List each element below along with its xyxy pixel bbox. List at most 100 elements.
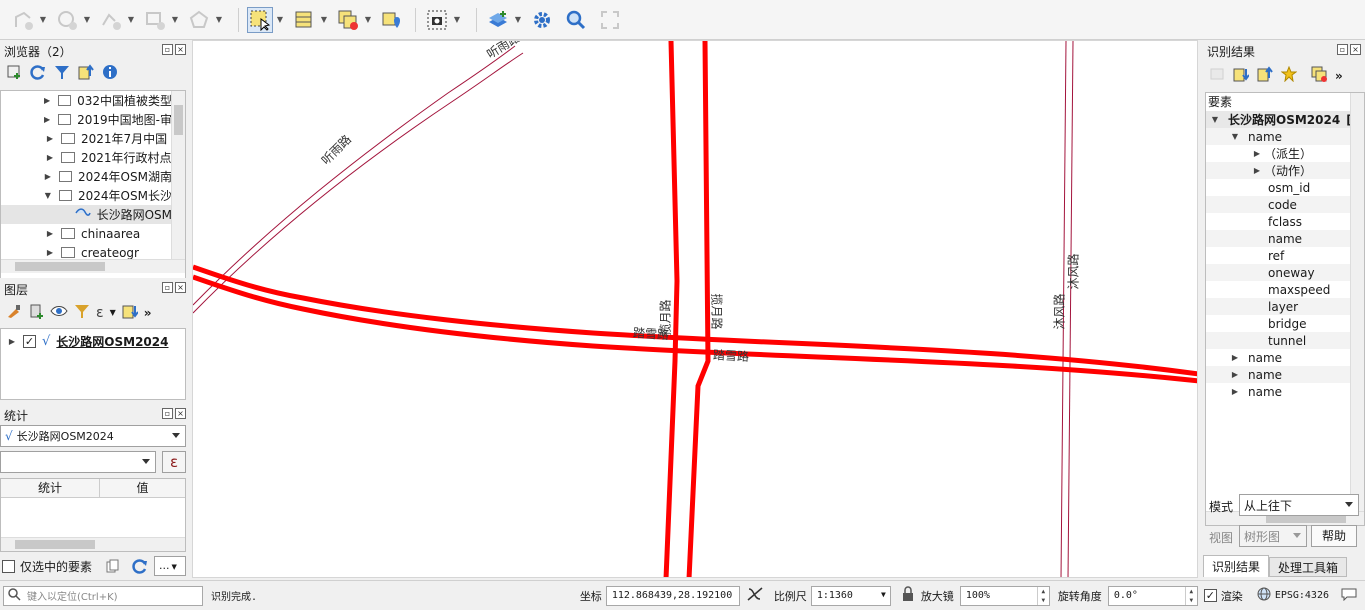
expand-arrow-icon[interactable]: ▶ [45, 248, 55, 257]
result-feature-row[interactable]: ▶ name [1206, 349, 1364, 366]
stats-field-select[interactable] [0, 451, 156, 473]
fill-ring-icon[interactable] [186, 7, 212, 33]
attribute-row[interactable]: maxspeed [1206, 281, 1364, 298]
form-view-icon[interactable] [1209, 66, 1225, 85]
float-panel-icon[interactable]: ▫ [162, 408, 173, 419]
coordinate-toggle-icon[interactable] [746, 586, 764, 605]
collapse-arrow-icon[interactable]: ▼ [1210, 115, 1220, 124]
close-panel-icon[interactable]: × [175, 44, 186, 55]
select-features-icon[interactable] [247, 6, 273, 33]
column-header[interactable]: 统计 [1, 479, 100, 497]
add-circle-dropdown-icon[interactable]: ▼ [82, 7, 92, 33]
collapse-all-icon[interactable] [78, 64, 94, 83]
rotation-spinbox[interactable]: 0.0° ▲ ▼ [1107, 585, 1198, 606]
result-feature-row[interactable]: ▶ name [1206, 366, 1364, 383]
add-feature-dropdown-icon[interactable]: ▼ [38, 7, 48, 33]
screenshot-dropdown-icon[interactable]: ▼ [452, 7, 462, 33]
settings-icon[interactable] [529, 7, 555, 33]
deselect-icon[interactable] [335, 7, 361, 33]
spin-arrows-icon[interactable]: ▲ ▼ [1184, 586, 1197, 605]
float-panel-icon[interactable]: ▫ [162, 44, 173, 55]
expression-icon[interactable]: ε [96, 305, 104, 321]
add-selected-layers-icon[interactable] [6, 64, 22, 83]
filter-icon[interactable] [74, 303, 90, 322]
attribute-table-dropdown-icon[interactable]: ▼ [319, 7, 329, 33]
add-layer-dropdown-icon[interactable]: ▼ [513, 7, 523, 33]
stats-layer-select[interactable]: √ 长沙路网OSM2024 [0, 425, 186, 447]
screenshot-icon[interactable] [424, 7, 450, 33]
add-group-icon[interactable] [28, 303, 44, 322]
tree-item[interactable]: ▶ 2021年7月中国 [1, 129, 172, 148]
float-panel-icon[interactable]: ▫ [162, 282, 173, 293]
locator-search-input[interactable]: 键入以定位(Ctrl+K) [3, 585, 203, 606]
attribute-row[interactable]: code [1206, 196, 1364, 213]
tree-item[interactable]: ▶ 032中国植被类型 [1, 91, 172, 110]
spin-arrows-icon[interactable]: ▲ ▼ [1036, 586, 1049, 605]
expression-dropdown-icon[interactable]: ▼ [110, 308, 116, 317]
attribute-row[interactable]: name [1206, 230, 1364, 247]
expand-arrow-icon[interactable]: ▶ [42, 96, 51, 105]
deselect-dropdown-icon[interactable]: ▼ [363, 7, 373, 33]
more-chevron-icon[interactable]: » [1335, 69, 1343, 83]
lock-icon[interactable] [901, 586, 915, 605]
render-checkbox[interactable]: ✓ [1203, 589, 1217, 602]
more-chevron-icon[interactable]: » [144, 306, 152, 320]
tree-item-layer[interactable]: 长沙路网OSM [1, 205, 172, 224]
attribute-row[interactable]: bridge [1206, 315, 1364, 332]
label-pin-icon[interactable] [379, 7, 405, 33]
expression-button[interactable]: ε [162, 451, 186, 473]
crs-label[interactable]: EPSG:4326 [1275, 590, 1329, 601]
messages-icon[interactable] [1341, 587, 1357, 604]
expand-arrow-icon[interactable]: ▶ [1230, 353, 1240, 362]
view-select[interactable]: 树形图 [1239, 525, 1307, 547]
visibility-eye-icon[interactable] [50, 303, 68, 322]
vertex-dropdown-icon[interactable]: ▼ [126, 7, 136, 33]
vertical-scrollbar[interactable] [1350, 93, 1364, 511]
result-feature-row[interactable]: ▶ name [1206, 383, 1364, 400]
collapse-tree-icon[interactable] [1257, 66, 1273, 85]
expand-arrow-icon[interactable]: ▶ [1230, 370, 1240, 379]
filter-icon[interactable] [54, 64, 70, 83]
magnifier-spinbox[interactable]: 100% ▲ ▼ [959, 585, 1050, 606]
attribute-table-icon[interactable] [291, 7, 317, 33]
attribute-row[interactable]: tunnel [1206, 332, 1364, 349]
tab-identify-results[interactable]: 识别结果 [1203, 555, 1270, 577]
tree-item[interactable]: ▶ chinaarea [1, 224, 172, 243]
tab-processing-toolbox[interactable]: 处理工具箱 [1269, 557, 1348, 577]
vertex-icon[interactable] [98, 7, 124, 33]
fill-ring-dropdown-icon[interactable]: ▼ [214, 7, 224, 33]
more-options-button[interactable]: ... ▼ [154, 556, 186, 576]
close-panel-icon[interactable]: × [175, 282, 186, 293]
attribute-row[interactable]: oneway [1206, 264, 1364, 281]
collapse-icon[interactable] [122, 303, 139, 322]
horizontal-scrollbar[interactable] [1, 537, 185, 551]
refresh-icon[interactable] [132, 558, 148, 577]
copy-icon[interactable] [106, 559, 120, 576]
map-canvas[interactable]: 听雨路 听雨路 踏雪路 踏雪路 揽月路 揽月路 沐风路 沐风路 [192, 40, 1198, 578]
attribute-row[interactable]: osm_id [1206, 179, 1364, 196]
tree-item[interactable]: ▶ 2024年OSM湖南 [1, 167, 172, 186]
close-panel-icon[interactable]: × [175, 408, 186, 419]
selected-only-checkbox[interactable] [2, 560, 15, 573]
select-features-dropdown-icon[interactable]: ▼ [275, 7, 285, 33]
expand-arrow-icon[interactable]: ▶ [7, 337, 17, 346]
expand-arrow-icon[interactable]: ▶ [42, 115, 51, 124]
add-part-icon[interactable] [142, 7, 168, 33]
result-actions-row[interactable]: ▶ （动作） [1206, 162, 1364, 179]
map-svg[interactable] [193, 41, 1198, 578]
globe-icon[interactable] [1257, 587, 1271, 604]
zoom-icon[interactable] [563, 7, 589, 33]
layer-visibility-checkbox[interactable]: ✓ [23, 334, 36, 348]
tree-item[interactable]: ▶ 2021年行政村点 [1, 148, 172, 167]
expand-tree-icon[interactable] [1233, 66, 1250, 85]
add-circle-icon[interactable] [54, 7, 80, 33]
add-feature-icon[interactable] [10, 7, 36, 33]
expand-arrow-icon[interactable]: ▶ [45, 134, 55, 143]
attribute-row[interactable]: fclass [1206, 213, 1364, 230]
expand-arrow-icon[interactable]: ▶ [1230, 387, 1240, 396]
add-part-dropdown-icon[interactable]: ▼ [170, 7, 180, 33]
refresh-icon[interactable] [30, 64, 46, 83]
tree-item[interactable]: ▶ 2019中国地图-审 [1, 110, 172, 129]
scale-select[interactable]: 1:1360 ▼ [810, 585, 891, 606]
coordinate-field[interactable]: 112.868439,28.192100 [605, 585, 740, 606]
